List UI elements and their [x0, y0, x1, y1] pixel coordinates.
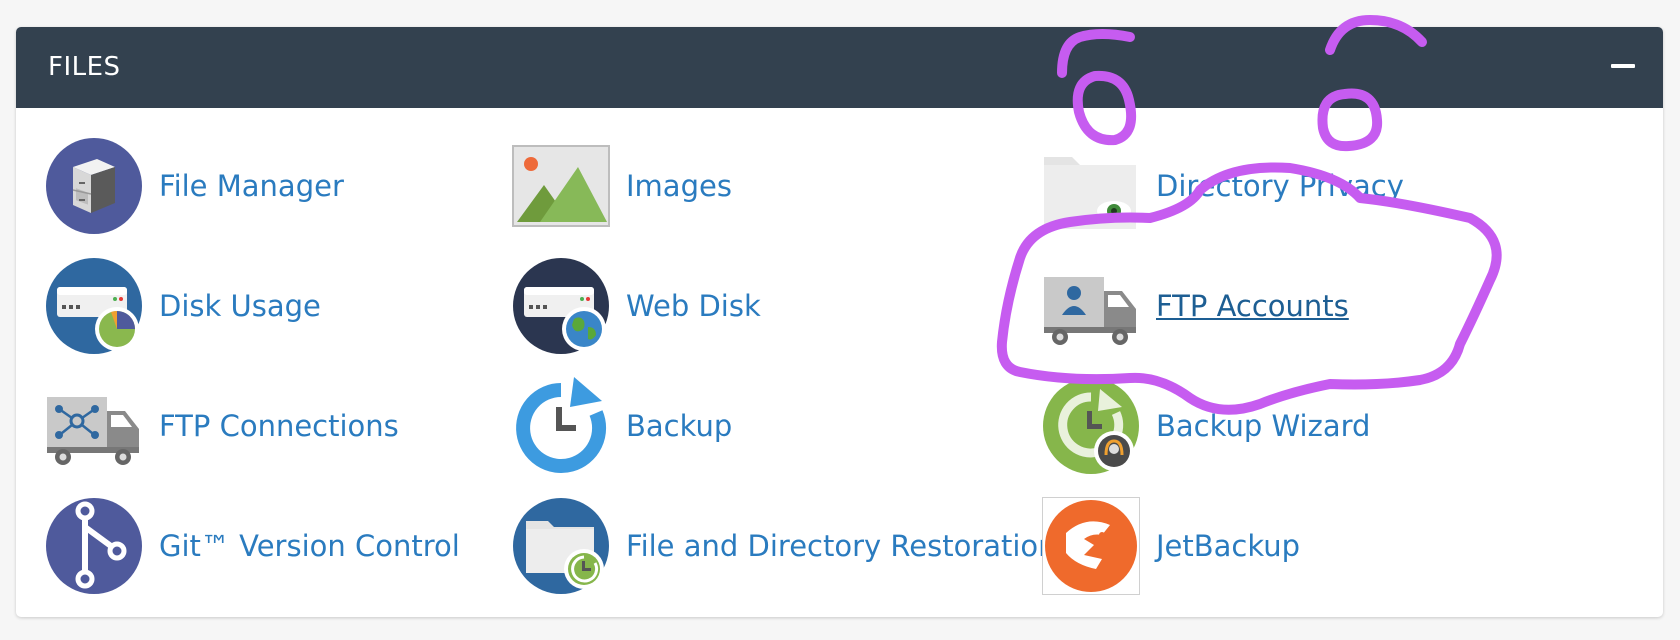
directory-privacy-label: Directory Privacy [1156, 169, 1404, 203]
images-icon [512, 137, 610, 235]
backup-link[interactable]: Backup [512, 377, 732, 475]
backup-wizard-label: Backup Wizard [1156, 409, 1371, 443]
backup-label: Backup [626, 409, 733, 443]
section-title: FILES [48, 52, 121, 82]
web-disk-link[interactable]: Web Disk [512, 257, 761, 355]
file-manager-link[interactable]: File Manager [45, 137, 344, 235]
disk-usage-link[interactable]: Disk Usage [45, 257, 321, 355]
files-panel: FILES File Manager Images Directory Priv… [16, 27, 1663, 617]
panel-header[interactable]: FILES [16, 27, 1663, 108]
jetbackup-link[interactable]: JetBackup [1042, 497, 1300, 595]
backup-wizard-link[interactable]: Backup Wizard [1042, 377, 1370, 475]
web-disk-icon [512, 257, 610, 355]
backup-icon [512, 377, 610, 475]
ftp-connections-link[interactable]: FTP Connections [45, 377, 399, 475]
collapse-minus-icon[interactable] [1611, 63, 1637, 69]
ftp-accounts-link[interactable]: FTP Accounts [1042, 257, 1349, 355]
git-version-control-icon [45, 497, 143, 595]
disk-usage-label: Disk Usage [159, 289, 321, 323]
file-manager-label: File Manager [159, 169, 344, 203]
backup-wizard-icon [1042, 377, 1140, 475]
directory-privacy-icon [1042, 137, 1140, 235]
jetbackup-icon [1042, 497, 1140, 595]
directory-privacy-link[interactable]: Directory Privacy [1042, 137, 1404, 235]
file-manager-icon [45, 137, 143, 235]
git-version-control-label: Git™ Version Control [159, 529, 460, 563]
ftp-accounts-label: FTP Accounts [1156, 289, 1349, 323]
web-disk-label: Web Disk [626, 289, 761, 323]
ftp-accounts-icon [1042, 257, 1140, 355]
jetbackup-label: JetBackup [1156, 529, 1301, 563]
images-label: Images [626, 169, 732, 203]
file-directory-restoration-icon [512, 497, 610, 595]
git-version-control-link[interactable]: Git™ Version Control [45, 497, 460, 595]
images-link[interactable]: Images [512, 137, 732, 235]
ftp-connections-icon [45, 377, 143, 475]
file-directory-restoration-link[interactable]: File and Directory Restoration [512, 497, 1057, 595]
ftp-connections-label: FTP Connections [159, 409, 399, 443]
disk-usage-icon [45, 257, 143, 355]
file-directory-restoration-label: File and Directory Restoration [626, 529, 1057, 563]
